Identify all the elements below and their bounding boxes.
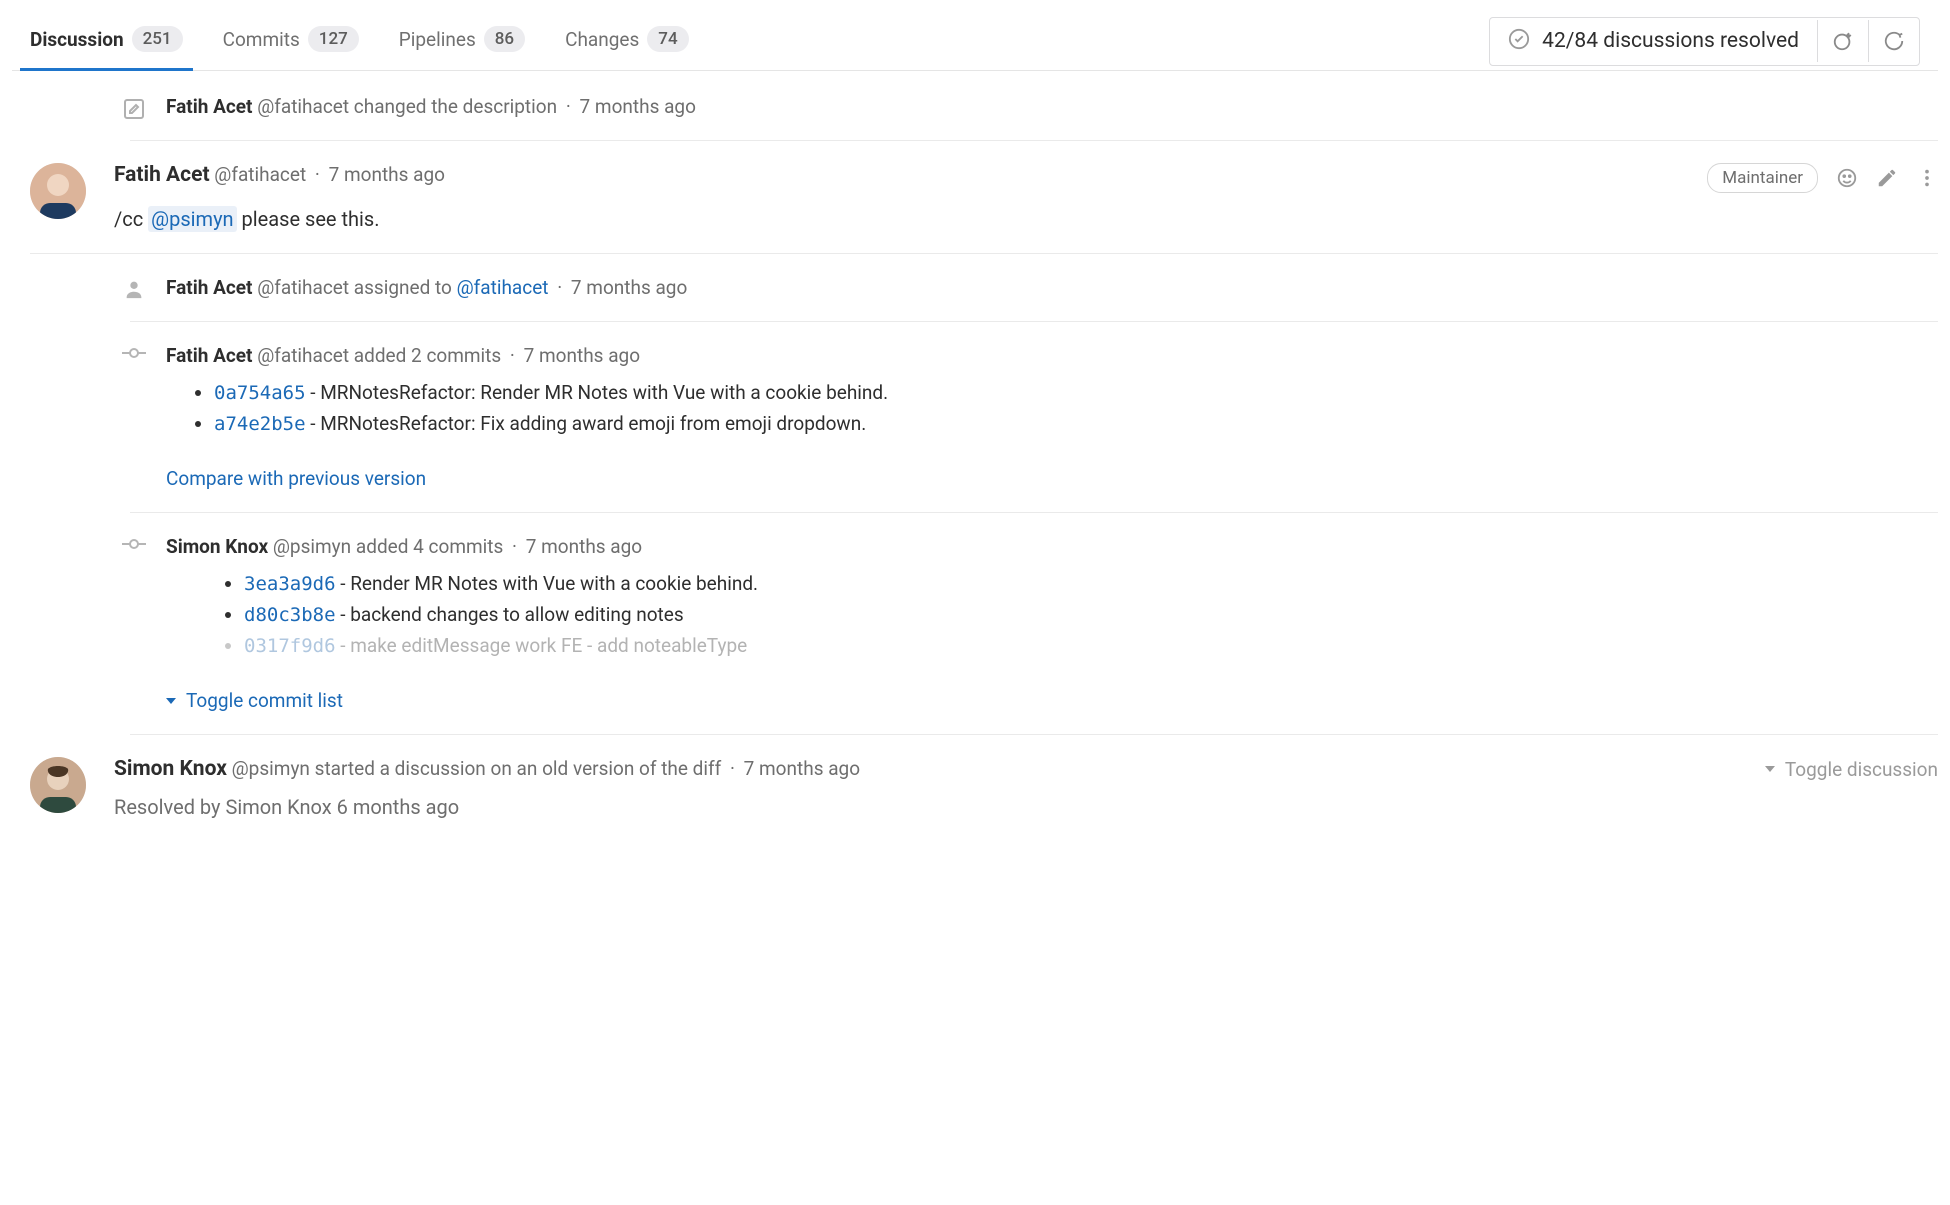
commit-hash-link[interactable]: 3ea3a9d6 xyxy=(244,573,336,595)
system-note-commits-added: Simon Knox @psimyn added 4 commits · 7 m… xyxy=(130,513,1938,735)
time-ago[interactable]: 7 months ago xyxy=(744,757,860,780)
commit-item: d80c3b8e - backend changes to allow edit… xyxy=(244,599,1938,630)
check-circle-icon xyxy=(1508,28,1530,55)
system-note-commits-added: Fatih Acet @fatihacet added 2 commits · … xyxy=(130,322,1938,513)
commit-message: MRNotesRefactor: Render MR Notes with Vu… xyxy=(320,381,888,404)
toggle-commit-list-link[interactable]: Toggle commit list xyxy=(166,689,343,712)
commit-message: MRNotesRefactor: Fix adding award emoji … xyxy=(320,412,866,435)
author-name[interactable]: Fatih Acet xyxy=(166,276,252,299)
resolved-discussions-box: 42/84 discussions resolved xyxy=(1489,17,1920,66)
discussion-action: started a discussion on an old version o… xyxy=(315,757,722,780)
tab-discussion[interactable]: Discussion 251 xyxy=(30,12,183,70)
author-handle[interactable]: @fatihacet xyxy=(257,95,349,118)
commit-hash-link[interactable]: d80c3b8e xyxy=(244,604,336,626)
commit-icon xyxy=(118,537,150,551)
time-ago[interactable]: 7 months ago xyxy=(329,163,445,186)
user-mention[interactable]: @psimyn xyxy=(148,206,236,232)
commit-message: Render MR Notes with Vue with a cookie b… xyxy=(350,572,758,595)
time-ago[interactable]: 7 months ago xyxy=(524,344,640,367)
author-name[interactable]: Simon Knox xyxy=(114,757,227,781)
resolved-by-text: Resolved by Simon Knox 6 months ago xyxy=(114,795,1938,819)
comment-note: Fatih Acet @fatihacet · 7 months ago Mai… xyxy=(30,141,1938,254)
more-icon[interactable] xyxy=(1916,167,1938,189)
system-note-action: added 2 commits xyxy=(354,344,501,367)
system-note-description-changed: Fatih Acet @fatihacet changed the descri… xyxy=(130,73,1938,141)
avatar[interactable] xyxy=(30,163,86,219)
commit-item: 3ea3a9d6 - Render MR Notes with Vue with… xyxy=(244,568,1938,599)
time-ago[interactable]: 7 months ago xyxy=(580,95,696,118)
emoji-icon[interactable] xyxy=(1836,167,1858,189)
tab-label: Pipelines xyxy=(399,28,476,51)
user-icon xyxy=(118,278,150,300)
commit-item: 0317f9d6 - make editMessage work FE - ad… xyxy=(244,630,1938,661)
tab-label: Changes xyxy=(565,28,639,51)
commit-item: 0a754a65 - MRNotesRefactor: Render MR No… xyxy=(214,377,1938,408)
author-name[interactable]: Fatih Acet xyxy=(166,344,252,367)
assignee-link[interactable]: @fatihacet xyxy=(457,276,549,299)
comment-body: /cc @psimyn please see this. xyxy=(114,207,1938,231)
commit-list: 0a754a65 - MRNotesRefactor: Render MR No… xyxy=(166,377,1938,439)
compare-versions-link[interactable]: Compare with previous version xyxy=(166,467,426,490)
resolved-status: 42/84 discussions resolved xyxy=(1490,18,1817,65)
role-badge: Maintainer xyxy=(1707,163,1818,193)
time-ago[interactable]: 7 months ago xyxy=(526,535,642,558)
caret-down-icon xyxy=(1765,766,1775,772)
commit-list: 3ea3a9d6 - Render MR Notes with Vue with… xyxy=(166,568,1938,661)
commit-message: backend changes to allow editing notes xyxy=(350,603,683,626)
author-handle[interactable]: @fatihacet xyxy=(257,344,349,367)
author-name[interactable]: Fatih Acet xyxy=(114,163,210,187)
time-ago[interactable]: 7 months ago xyxy=(571,276,687,299)
author-handle[interactable]: @fatihacet xyxy=(214,163,306,186)
caret-down-icon xyxy=(166,698,176,704)
system-note-action: changed the description xyxy=(354,95,557,118)
discussion-note: Simon Knox @psimyn started a discussion … xyxy=(30,735,1938,829)
pencil-square-icon xyxy=(118,97,150,121)
timeline: Fatih Acet @fatihacet changed the descri… xyxy=(12,73,1938,829)
system-note-action: assigned to xyxy=(354,276,452,299)
tab-count-badge: 74 xyxy=(647,26,688,52)
commit-hash-link[interactable]: a74e2b5e xyxy=(214,413,306,435)
jump-next-unresolved-button[interactable] xyxy=(1868,20,1919,62)
author-name[interactable]: Simon Knox xyxy=(166,535,268,558)
tab-count-badge: 127 xyxy=(308,26,359,52)
new-issue-button[interactable] xyxy=(1817,20,1868,62)
author-handle[interactable]: @psimyn xyxy=(232,757,310,780)
tab-count-badge: 86 xyxy=(484,26,525,52)
tab-label: Discussion xyxy=(30,28,124,51)
commit-icon xyxy=(118,346,150,360)
author-name[interactable]: Fatih Acet xyxy=(166,95,252,118)
edit-icon[interactable] xyxy=(1876,167,1898,189)
tab-changes[interactable]: Changes 74 xyxy=(565,12,689,70)
commit-item: a74e2b5e - MRNotesRefactor: Fix adding a… xyxy=(214,408,1938,439)
resolved-text: 42/84 discussions resolved xyxy=(1542,29,1799,53)
tab-pipelines[interactable]: Pipelines 86 xyxy=(399,12,525,70)
commit-hash-link[interactable]: 0317f9d6 xyxy=(244,635,336,657)
commit-hash-link[interactable]: 0a754a65 xyxy=(214,382,306,404)
tab-label: Commits xyxy=(223,28,300,51)
system-note-action: added 4 commits xyxy=(356,535,503,558)
toggle-discussion-button[interactable]: Toggle discussion xyxy=(1765,758,1938,781)
author-handle[interactable]: @psimyn xyxy=(273,535,351,558)
tab-count-badge: 251 xyxy=(132,26,183,52)
tabs-header: Discussion 251 Commits 127 Pipelines 86 … xyxy=(12,12,1938,71)
commit-message: make editMessage work FE - add noteableT… xyxy=(350,634,747,657)
tab-commits[interactable]: Commits 127 xyxy=(223,12,359,70)
author-handle[interactable]: @fatihacet xyxy=(257,276,349,299)
avatar[interactable] xyxy=(30,757,86,813)
system-note-assigned: Fatih Acet @fatihacet assigned to @fatih… xyxy=(130,254,1938,322)
